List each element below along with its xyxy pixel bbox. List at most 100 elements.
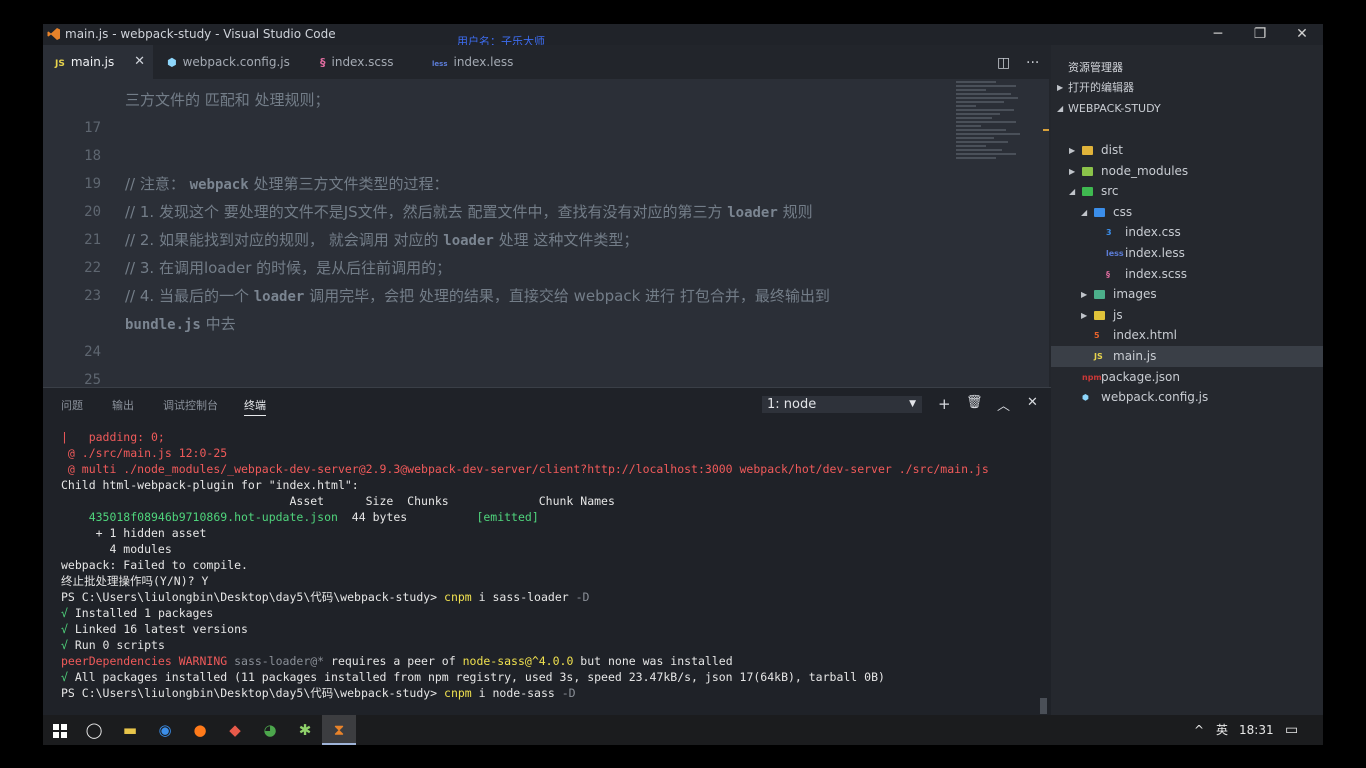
tree-item-label: css (1113, 204, 1133, 219)
tab-debug-console[interactable]: 调试控制台 (163, 397, 218, 413)
folder-icon (1094, 310, 1105, 320)
tree-item-package-json[interactable]: npm package.json (1051, 367, 1323, 388)
edge-icon[interactable]: ◉ (148, 715, 182, 745)
folder-icon (1094, 207, 1105, 217)
file-icon: less (1106, 249, 1124, 258)
chevron-down-icon: ◢ (1057, 104, 1064, 113)
vscode-window: main.js - webpack-study - Visual Studio … (43, 24, 1323, 715)
more-actions-icon[interactable]: ··· (1026, 55, 1039, 71)
tree-item-webpack-config-js[interactable]: ⬢ webpack.config.js (1051, 387, 1323, 408)
cortana-icon[interactable]: ◯ (77, 715, 111, 745)
terminal-line: √ Run 0 scripts (61, 638, 165, 652)
start-icon[interactable] (43, 715, 77, 745)
tree-item-label: index.less (1125, 246, 1185, 260)
code-editor[interactable]: 三方文件的 匹配和 处理规则； 17 18 19 // 注意： webpack … (43, 79, 1051, 387)
tree-item-label: package.json (1101, 369, 1181, 384)
tree-item-main-js[interactable]: JS main.js (1051, 346, 1323, 367)
terminal-line: peerDependencies WARNING sass-loader@* r… (61, 654, 733, 668)
tree-item-index-scss[interactable]: § index.scss (1051, 264, 1323, 285)
tree-item-label: main.js (1113, 349, 1157, 363)
tree-item-label: node_modules (1101, 163, 1189, 178)
terminal-line: 终止批处理操作吗(Y/N)? Y (61, 574, 209, 588)
tab-label: webpack.config.js (182, 55, 290, 69)
close-icon[interactable]: ✕ (1281, 24, 1323, 45)
terminal-select[interactable]: 1: node ▼ (762, 396, 922, 413)
file-explorer-icon[interactable]: ▬ (113, 715, 147, 745)
terminal-line: | padding: 0; (61, 430, 165, 444)
terminal-scrollbar[interactable] (1040, 698, 1047, 714)
tab-index-scss[interactable]: § index.scss (303, 45, 416, 79)
file-icon: 3 (1106, 228, 1112, 238)
restore-icon[interactable]: ❐ (1239, 24, 1281, 45)
file-icon: ⬢ (1082, 393, 1089, 403)
windows-taskbar: ◯ ▬ ◉ ● ◆ ◕ ✱ ⧗ ^ 英 18:31 ▭ (43, 715, 1323, 745)
chevron-right-icon: ▶ (1069, 146, 1076, 155)
chrome-icon[interactable]: ◕ (253, 715, 287, 745)
firefox-icon[interactable]: ● (183, 715, 217, 745)
folder-icon (1082, 187, 1093, 197)
clock[interactable]: 18:31 (1239, 715, 1274, 745)
vscode-logo-icon (47, 28, 60, 40)
terminal-output[interactable]: | padding: 0; @ ./src/main.js 12:0-25 @ … (61, 429, 1041, 701)
split-editor-icon[interactable]: ◫ (997, 55, 1010, 71)
tree-item-src[interactable]: ◢ src (1051, 181, 1323, 202)
tool-icon[interactable]: ✱ (288, 715, 322, 745)
title-bar: main.js - webpack-study - Visual Studio … (43, 24, 1323, 48)
folder-icon (1082, 146, 1093, 155)
tree-item-js[interactable]: ▶ js (1051, 305, 1323, 326)
tree-item-label: dist (1101, 143, 1123, 157)
maximize-panel-icon[interactable]: ︿ (997, 395, 1010, 414)
bottom-panel: 问题 输出 调试控制台 终端 1: node ▼ + 🗑 ︿ ✕ | paddi… (43, 387, 1051, 715)
chevron-right-icon: ▶ (1069, 166, 1076, 176)
tree-item-label: src (1101, 184, 1119, 199)
terminal-line: √ All packages installed (11 packages in… (61, 670, 885, 684)
tab-index-less[interactable]: less index.less (416, 45, 529, 79)
minimap[interactable] (956, 79, 1026, 189)
vscode-icon[interactable]: ⧗ (322, 715, 356, 745)
sass-file-icon: § (320, 56, 326, 69)
chevron-right-icon: ▶ (1081, 310, 1088, 320)
terminal-line: 435018f08946b9710869.hot-update.json 44 … (61, 510, 539, 524)
tree-item-label: index.html (1113, 328, 1177, 343)
explorer-title: 资源管理器 (1068, 61, 1123, 74)
tab-close-icon[interactable]: ✕ (134, 45, 145, 79)
terminal-line: √ Linked 16 latest versions (61, 622, 248, 636)
tree-item-css[interactable]: ◢ css (1051, 202, 1323, 223)
project-section[interactable]: ◢ WEBPACK-STUDY (1051, 99, 1323, 119)
notification-icon[interactable]: ▭ (1285, 715, 1298, 745)
terminal-line: 4 modules (61, 542, 172, 556)
tree-item-index-html[interactable]: 5 index.html (1051, 325, 1323, 346)
tree-item-label: index.scss (1125, 266, 1187, 281)
chevron-down-icon: ◢ (1081, 207, 1088, 217)
file-icon: 5 (1094, 331, 1100, 341)
close-panel-icon[interactable]: ✕ (1027, 395, 1038, 410)
tree-item-index-less[interactable]: less index.less (1051, 243, 1323, 264)
js-file-icon: JS (55, 59, 65, 69)
tree-item-index-css[interactable]: 3 index.css (1051, 222, 1323, 243)
open-editors-section[interactable]: ▶ 打开的编辑器 (1051, 78, 1323, 98)
tray-chevron-icon[interactable]: ^ (1194, 715, 1204, 745)
folder-icon (1082, 166, 1093, 176)
new-terminal-icon[interactable]: + (938, 395, 951, 413)
app-icon[interactable]: ◆ (218, 715, 252, 745)
file-icon: npm (1082, 372, 1102, 382)
terminal-line: √ Installed 1 packages (61, 606, 214, 620)
tab-main-js[interactable]: JS main.js ✕ (43, 45, 153, 79)
tree-item-dist[interactable]: ▶ dist (1051, 140, 1323, 161)
tree-item-images[interactable]: ▶ images (1051, 284, 1323, 305)
minimize-icon[interactable]: ─ (1197, 24, 1239, 45)
terminal-line: PS C:\Users\liulongbin\Desktop\day5\代码\w… (61, 590, 590, 604)
tab-output[interactable]: 输出 (112, 397, 134, 413)
tab-webpack-config[interactable]: ⬢ webpack.config.js (153, 45, 303, 79)
tab-terminal[interactable]: 终端 (244, 397, 266, 416)
terminal-line: Child html-webpack-plugin for "index.htm… (61, 478, 359, 492)
tree-item-node-modules[interactable]: ▶ node_modules (1051, 161, 1323, 182)
terminal-line: PS C:\Users\liulongbin\Desktop\day5\代码\w… (61, 686, 576, 700)
kill-terminal-icon[interactable]: 🗑 (966, 395, 983, 410)
terminal-line: @ multi ./node_modules/_webpack-dev-serv… (61, 462, 989, 476)
tree-item-label: images (1113, 287, 1157, 302)
ime-indicator[interactable]: 英 (1216, 715, 1228, 745)
tree-item-label: js (1113, 307, 1123, 322)
tab-problems[interactable]: 问题 (61, 397, 83, 413)
file-icon: § (1106, 269, 1110, 279)
